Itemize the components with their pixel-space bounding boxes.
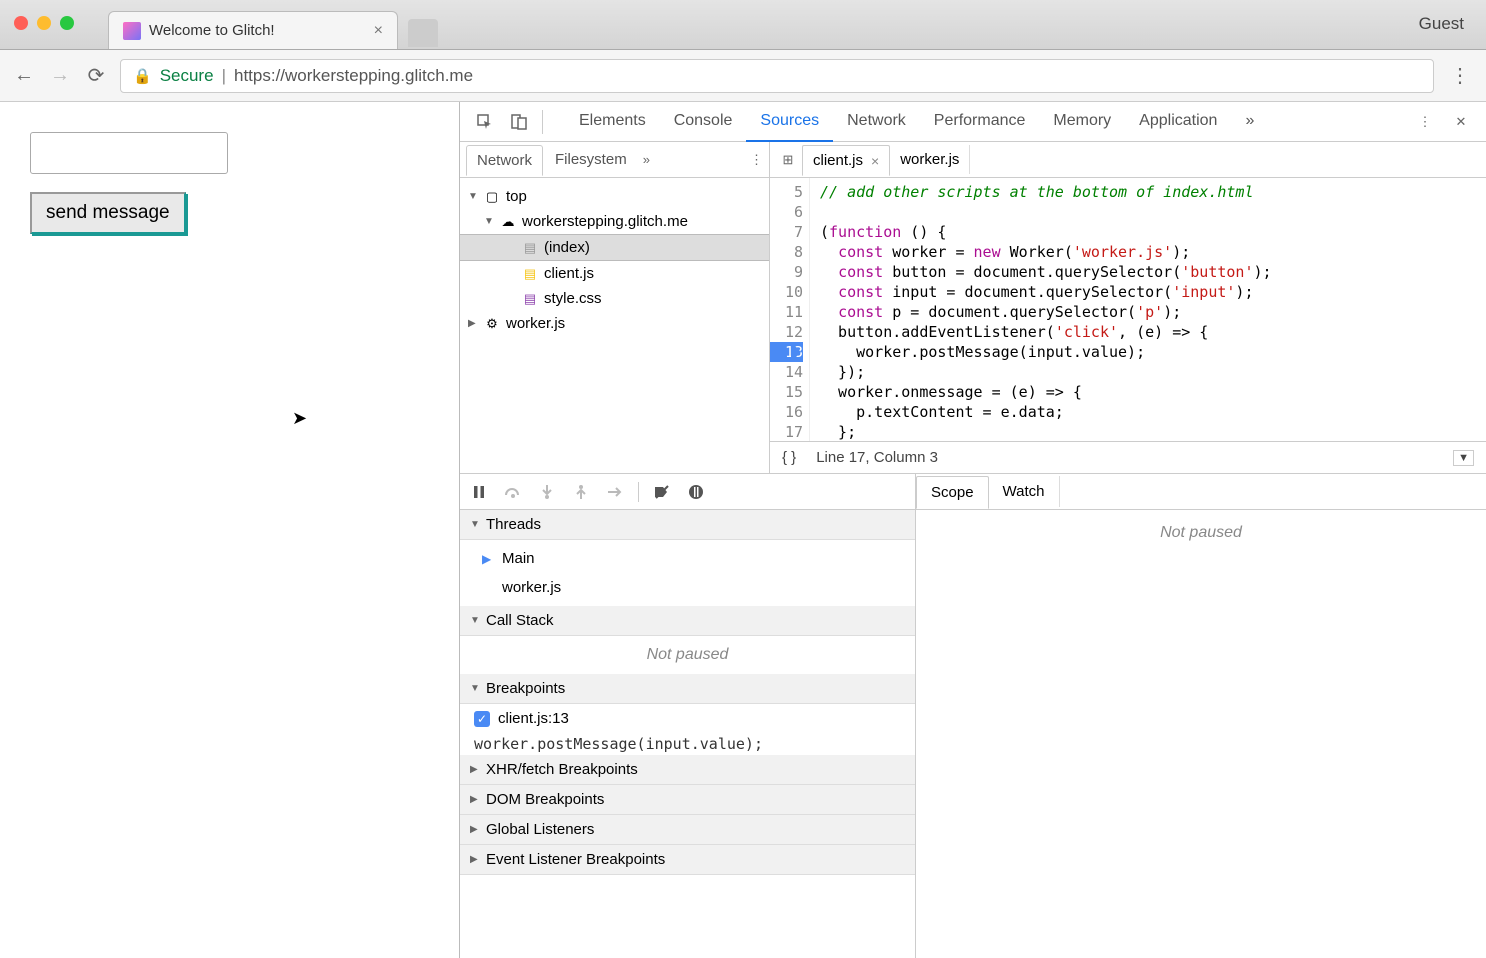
- tree-top[interactable]: ▼▢top: [460, 184, 769, 209]
- devtools-close-icon[interactable]: ✕: [1446, 107, 1476, 137]
- navigator-tabs: Network Filesystem » ⋮: [460, 142, 769, 178]
- nav-tab-filesystem[interactable]: Filesystem: [545, 145, 637, 174]
- tree-file-stylecss[interactable]: ▤style.css: [460, 286, 769, 311]
- tree-domain[interactable]: ▼☁workerstepping.glitch.me: [460, 209, 769, 234]
- editor-tab-clientjs[interactable]: client.js×: [802, 145, 890, 176]
- devtools-toolbar: Elements Console Sources Network Perform…: [460, 102, 1486, 142]
- browser-tab[interactable]: Welcome to Glitch! ×: [108, 11, 398, 49]
- window-controls: [14, 16, 74, 30]
- message-input[interactable]: [30, 132, 228, 174]
- cursor-icon: ➤: [292, 408, 307, 429]
- close-icon[interactable]: ×: [871, 153, 879, 169]
- tab-network[interactable]: Network: [833, 102, 920, 142]
- forward-button[interactable]: →: [48, 64, 72, 88]
- frame-icon: ▢: [484, 189, 500, 205]
- breakpoint-code: worker.postMessage(input.value);: [460, 733, 915, 755]
- thread-main[interactable]: ▶Main: [460, 544, 915, 573]
- step-over-button[interactable]: [502, 481, 524, 503]
- css-file-icon: ▤: [522, 291, 538, 307]
- toggle-navigator-icon[interactable]: ⊞: [774, 152, 802, 168]
- back-button[interactable]: ←: [12, 64, 36, 88]
- devtools-menu-icon[interactable]: ⋮: [1410, 107, 1440, 137]
- pause-exceptions-button[interactable]: [685, 481, 707, 503]
- scope-tab[interactable]: Scope: [916, 476, 989, 509]
- nav-menu-icon[interactable]: ⋮: [750, 152, 763, 168]
- breakpoint-item[interactable]: ✓ client.js:13: [460, 704, 915, 733]
- address-bar: ← → ⟳ 🔒 Secure | https://workerstepping.…: [0, 50, 1486, 102]
- section-xhr[interactable]: ▶XHR/fetch Breakpoints: [460, 755, 915, 785]
- editor-status: { } Line 17, Column 3 ▼: [770, 441, 1486, 473]
- format-icon[interactable]: { }: [782, 449, 796, 466]
- section-callstack[interactable]: ▼Call Stack: [460, 606, 915, 636]
- debugger-right: Scope Watch Not paused: [916, 474, 1486, 958]
- tabs-overflow-icon[interactable]: »: [1231, 102, 1268, 142]
- pause-button[interactable]: [468, 481, 490, 503]
- section-breakpoints[interactable]: ▼Breakpoints: [460, 674, 915, 704]
- reload-button[interactable]: ⟳: [84, 64, 108, 88]
- debugger-toolbar: [460, 474, 915, 510]
- favicon-icon: [123, 22, 141, 40]
- debugger-panel: ▼Threads ▶Main worker.js ▼Call Stack Not…: [460, 474, 1486, 958]
- thread-worker[interactable]: worker.js: [460, 573, 915, 602]
- gear-icon: ⚙: [484, 316, 500, 332]
- line-gutter[interactable]: 56789101112131415161718: [770, 178, 810, 441]
- scope-not-paused: Not paused: [916, 510, 1486, 958]
- section-global[interactable]: ▶Global Listeners: [460, 815, 915, 845]
- maximize-window-icon[interactable]: [60, 16, 74, 30]
- cloud-icon: ☁: [500, 214, 516, 230]
- tab-memory[interactable]: Memory: [1039, 102, 1125, 142]
- tab-sources[interactable]: Sources: [746, 102, 833, 142]
- secure-label: Secure: [160, 66, 214, 86]
- status-dropdown-icon[interactable]: ▼: [1453, 450, 1474, 466]
- step-button[interactable]: [604, 481, 626, 503]
- devtools-panel: Elements Console Sources Network Perform…: [460, 102, 1486, 958]
- tab-application[interactable]: Application: [1125, 102, 1231, 142]
- file-tree: ▼▢top ▼☁workerstepping.glitch.me ▤(index…: [460, 178, 769, 342]
- tree-worker[interactable]: ▶⚙worker.js: [460, 311, 769, 336]
- lock-icon: 🔒: [133, 67, 152, 85]
- new-tab-button[interactable]: [408, 19, 438, 47]
- tree-file-clientjs[interactable]: ▤client.js: [460, 261, 769, 286]
- devtools-tabs: Elements Console Sources Network Perform…: [565, 102, 1268, 142]
- tab-elements[interactable]: Elements: [565, 102, 660, 142]
- section-threads[interactable]: ▼Threads: [460, 510, 915, 540]
- minimize-window-icon[interactable]: [37, 16, 51, 30]
- code-content[interactable]: // add other scripts at the bottom of in…: [810, 178, 1486, 441]
- deactivate-breakpoints-button[interactable]: [651, 481, 673, 503]
- editor-tab-workerjs[interactable]: worker.js: [890, 145, 970, 174]
- send-message-button[interactable]: send message: [30, 192, 186, 234]
- tab-performance[interactable]: Performance: [920, 102, 1040, 142]
- js-file-icon: ▤: [522, 266, 538, 282]
- browser-menu-icon[interactable]: ⋮: [1446, 63, 1474, 88]
- device-toggle-icon[interactable]: [504, 107, 534, 137]
- url-input[interactable]: 🔒 Secure | https://workerstepping.glitch…: [120, 59, 1434, 93]
- watch-tab[interactable]: Watch: [989, 476, 1060, 507]
- browser-tab-bar: Welcome to Glitch! × Guest: [0, 0, 1486, 50]
- url-text: https://workerstepping.glitch.me: [234, 66, 473, 86]
- nav-tab-network[interactable]: Network: [466, 145, 543, 176]
- debugger-left: ▼Threads ▶Main worker.js ▼Call Stack Not…: [460, 474, 916, 958]
- tree-file-index[interactable]: ▤(index): [460, 234, 769, 261]
- section-dom[interactable]: ▶DOM Breakpoints: [460, 785, 915, 815]
- code-area[interactable]: 56789101112131415161718 // add other scr…: [770, 178, 1486, 441]
- step-out-button[interactable]: [570, 481, 592, 503]
- nav-overflow-icon[interactable]: »: [643, 152, 650, 167]
- section-event[interactable]: ▶Event Listener Breakpoints: [460, 845, 915, 875]
- tab-close-icon[interactable]: ×: [374, 22, 383, 40]
- document-icon: ▤: [522, 240, 538, 256]
- cursor-position: Line 17, Column 3: [816, 449, 938, 466]
- tab-console[interactable]: Console: [660, 102, 747, 142]
- code-editor: ⊞ client.js× worker.js 56789101112131415…: [770, 142, 1486, 473]
- callstack-not-paused: Not paused: [460, 636, 915, 674]
- page-viewport: send message ➤: [0, 102, 460, 958]
- scope-tabs: Scope Watch: [916, 474, 1486, 510]
- tab-title: Welcome to Glitch!: [149, 22, 275, 39]
- editor-tabs: ⊞ client.js× worker.js: [770, 142, 1486, 178]
- step-into-button[interactable]: [536, 481, 558, 503]
- close-window-icon[interactable]: [14, 16, 28, 30]
- inspect-icon[interactable]: [470, 107, 500, 137]
- profile-label[interactable]: Guest: [1419, 14, 1464, 34]
- breakpoint-checkbox[interactable]: ✓: [474, 711, 490, 727]
- sources-navigator: Network Filesystem » ⋮ ▼▢top ▼☁workerste…: [460, 142, 770, 473]
